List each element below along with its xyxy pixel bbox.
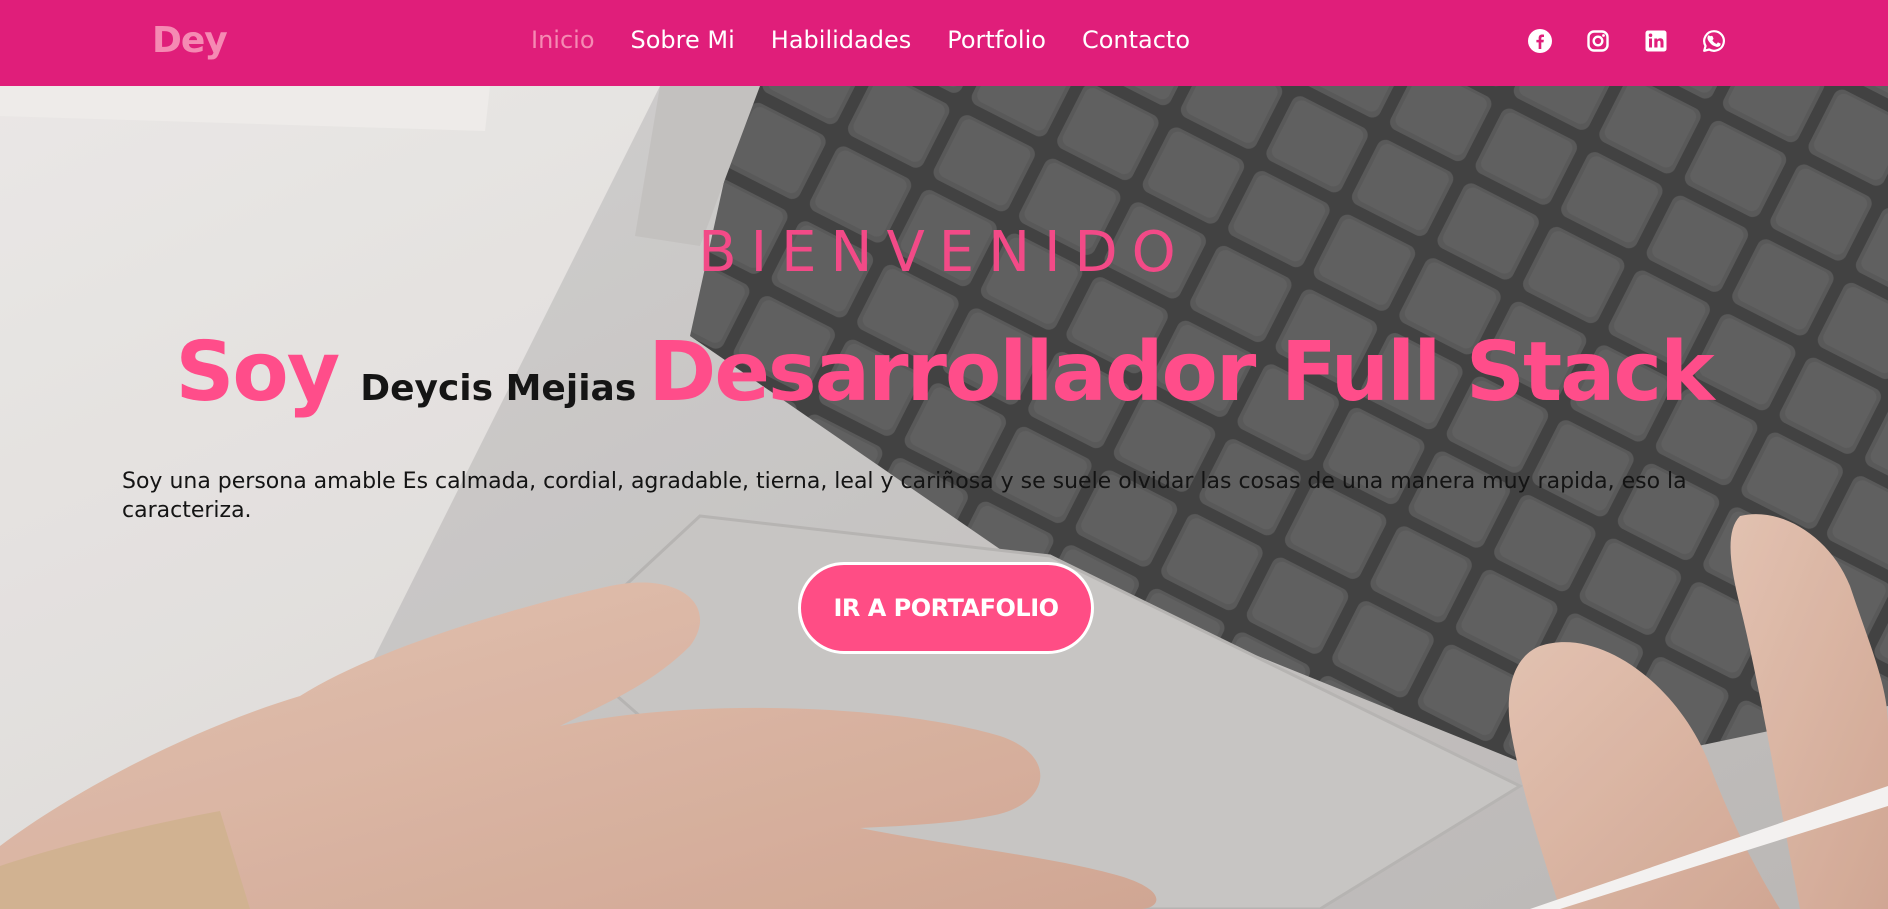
welcome-heading: BIENVENIDO	[698, 220, 1190, 285]
headline-role: Desarrollador Full Stack	[648, 325, 1714, 420]
instagram-icon[interactable]	[1586, 29, 1610, 53]
nav-link-habilidades[interactable]: Habilidades	[771, 26, 911, 54]
logo[interactable]: Dey	[152, 20, 228, 61]
portfolio-cta-button[interactable]: IR A PORTAFOLIO	[798, 562, 1094, 654]
headline-name: Deycis Mejias	[360, 368, 637, 409]
nav-link-inicio[interactable]: Inicio	[531, 26, 595, 54]
social-links	[1528, 29, 1726, 53]
main-menu: Inicio Sobre Mi Habilidades Portfolio Co…	[531, 26, 1190, 54]
linkedin-icon[interactable]	[1644, 29, 1668, 53]
nav-link-contacto[interactable]: Contacto	[1082, 26, 1190, 54]
nav-link-portfolio[interactable]: Portfolio	[947, 26, 1046, 54]
headline-soy: Soy	[175, 325, 340, 420]
hero-headline: Soy Deycis Mejias Desarrollador Full Stack	[0, 325, 1888, 420]
navbar: Dey Inicio Sobre Mi Habilidades Portfoli…	[0, 0, 1888, 86]
hero-section: BIENVENIDO Soy Deycis Mejias Desarrollador…	[0, 86, 1888, 909]
facebook-icon[interactable]	[1528, 29, 1552, 53]
nav-link-sobre-mi[interactable]: Sobre Mi	[631, 26, 735, 54]
whatsapp-icon[interactable]	[1702, 29, 1726, 53]
hero-description: Soy una persona amable Es calmada, cordi…	[122, 469, 1687, 523]
